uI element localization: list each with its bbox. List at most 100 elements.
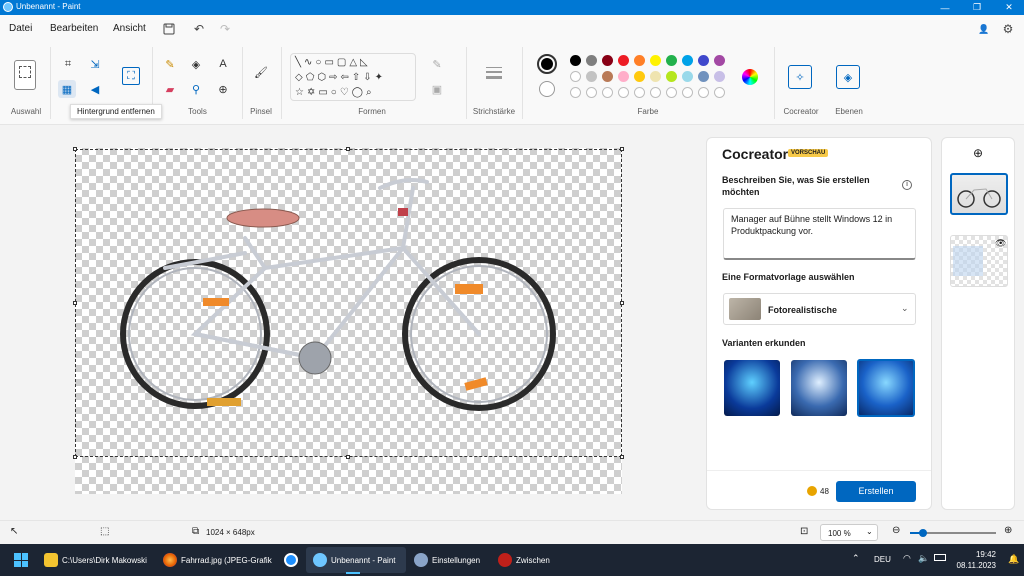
resize-handle[interactable] <box>346 455 350 459</box>
color-swatch[interactable] <box>666 71 677 82</box>
color-swatch[interactable] <box>618 55 629 66</box>
color-picker-icon[interactable]: ⚲ <box>187 80 205 98</box>
color-swatch[interactable] <box>666 55 677 66</box>
primary-color[interactable] <box>537 54 557 74</box>
zoom-in-icon[interactable]: ⊕ <box>1004 525 1012 536</box>
taskbar-settings[interactable]: Einstellungen <box>414 552 480 568</box>
resize-handle[interactable] <box>73 147 77 151</box>
zoom-slider-thumb[interactable] <box>919 529 927 537</box>
resize-handle[interactable] <box>620 147 624 151</box>
edit-colors-icon[interactable] <box>742 69 758 85</box>
zoom-out-icon[interactable]: ⊖ <box>892 525 900 536</box>
custom-color-swatch[interactable] <box>602 87 613 98</box>
custom-color-swatch[interactable] <box>618 87 629 98</box>
menu-file[interactable]: Datei <box>9 23 32 34</box>
clock-date[interactable]: 08.11.2023 <box>955 561 996 570</box>
fill-icon[interactable]: ◈ <box>187 55 205 73</box>
color-swatch[interactable] <box>682 55 693 66</box>
selection-tool-button[interactable] <box>14 60 36 90</box>
color-swatch[interactable] <box>650 55 661 66</box>
layers-icon[interactable]: ◈ <box>836 65 860 89</box>
color-swatch[interactable] <box>714 55 725 66</box>
style-dropdown[interactable]: Fotorealistische ⌄ <box>723 293 916 325</box>
color-swatch[interactable] <box>714 71 725 82</box>
color-swatch[interactable] <box>682 71 693 82</box>
eye-icon[interactable]: 👁 <box>995 238 1006 249</box>
zoom-dropdown[interactable]: 100 % ⌄ <box>820 524 878 541</box>
color-swatch[interactable] <box>698 71 709 82</box>
shape-fill-icon[interactable]: ▣ <box>428 80 446 98</box>
color-swatch[interactable] <box>586 71 597 82</box>
stroke-size-icon[interactable] <box>486 67 502 79</box>
resize-icon[interactable]: ⇲ <box>86 55 104 73</box>
settings-gear-icon[interactable]: ⚙ <box>1000 21 1016 37</box>
resize-handle[interactable] <box>620 455 624 459</box>
variant-thumbnail-3[interactable] <box>857 359 915 417</box>
custom-color-swatch[interactable] <box>650 87 661 98</box>
color-swatch[interactable] <box>602 55 613 66</box>
rotate-icon[interactable]: ◀ <box>86 80 104 98</box>
redo-icon[interactable]: ↷ <box>217 21 233 37</box>
color-swatch[interactable] <box>586 55 597 66</box>
custom-color-swatch[interactable] <box>666 87 677 98</box>
custom-color-swatch[interactable] <box>586 87 597 98</box>
color-swatch[interactable] <box>602 71 613 82</box>
magnifier-icon[interactable]: ⊕ <box>214 80 232 98</box>
shapes-gallery[interactable]: ╲∿○▭▢△◺ ◇⬠⬡⇨⇦⇧⇩✦ ☆✡▭○♡◯⌕ <box>290 53 416 101</box>
color-swatch[interactable] <box>570 71 581 82</box>
color-swatch[interactable] <box>570 55 581 66</box>
taskbar-app[interactable] <box>284 552 298 568</box>
custom-color-swatch[interactable] <box>698 87 709 98</box>
layer-thumbnail-2[interactable]: 👁 <box>950 235 1008 287</box>
secondary-color[interactable] <box>539 81 555 97</box>
start-button[interactable] <box>14 553 28 567</box>
cocreator-icon[interactable]: ✧ <box>788 65 812 89</box>
minimize-button[interactable]: — <box>930 0 960 15</box>
prompt-input[interactable]: Manager auf Bühne stellt Windows 12 in P… <box>723 208 916 260</box>
resize-handle[interactable] <box>620 301 624 305</box>
resize-handle[interactable] <box>73 301 77 305</box>
image-select-icon[interactable]: ⛶ <box>122 67 140 85</box>
crop-icon[interactable]: ⌗ <box>59 55 77 73</box>
remove-background-icon[interactable]: ▦ <box>58 80 76 98</box>
undo-icon[interactable]: ↶ <box>191 21 207 37</box>
pencil-icon[interactable]: ✎ <box>161 55 179 73</box>
color-swatch[interactable] <box>698 55 709 66</box>
layer-thumbnail-1[interactable] <box>950 173 1008 215</box>
taskbar-clipboard[interactable]: Zwischen <box>498 552 550 568</box>
tray-chevron-up-icon[interactable]: ⌃ <box>852 553 860 564</box>
selection-marquee[interactable] <box>75 149 622 457</box>
create-button[interactable]: Erstellen <box>836 481 916 502</box>
resize-handle[interactable] <box>73 455 77 459</box>
wifi-icon[interactable]: ◠ <box>903 553 911 564</box>
clock-time[interactable]: 19:42 <box>966 550 996 559</box>
account-icon[interactable]: 👤 <box>976 21 992 37</box>
custom-color-swatch[interactable] <box>570 87 581 98</box>
taskbar-paint[interactable]: Unbenannt - Paint <box>313 552 396 568</box>
taskbar-explorer[interactable]: C:\Users\Dirk Makowski <box>44 552 147 568</box>
brush-icon[interactable]: 🖌 <box>252 63 270 81</box>
variant-thumbnail-1[interactable] <box>724 360 780 416</box>
volume-icon[interactable]: 🔈 <box>918 553 929 564</box>
color-swatch[interactable] <box>618 71 629 82</box>
maximize-button[interactable]: ❐ <box>962 0 992 15</box>
battery-icon[interactable] <box>934 554 946 561</box>
save-icon[interactable] <box>161 21 177 37</box>
add-layer-icon[interactable]: ⊕ <box>973 146 983 160</box>
text-icon[interactable]: A <box>214 55 232 73</box>
menu-edit[interactable]: Bearbeiten <box>50 23 98 34</box>
info-icon[interactable]: i <box>902 180 912 190</box>
color-swatch[interactable] <box>634 71 645 82</box>
custom-color-swatch[interactable] <box>714 87 725 98</box>
fit-to-window-icon[interactable]: ⊡ <box>800 526 808 537</box>
resize-handle[interactable] <box>346 147 350 151</box>
close-button[interactable]: ✕ <box>994 0 1024 15</box>
eraser-icon[interactable]: ▰ <box>161 80 179 98</box>
input-language[interactable]: DEU <box>874 555 891 564</box>
variant-thumbnail-2[interactable] <box>791 360 847 416</box>
color-swatch[interactable] <box>634 55 645 66</box>
color-swatch[interactable] <box>650 71 661 82</box>
notification-icon[interactable]: 🔔 <box>1008 554 1019 565</box>
taskbar-firefox[interactable]: Fahrrad.jpg (JPEG-Grafik <box>163 552 272 568</box>
shape-outline-icon[interactable]: ✎ <box>428 55 446 73</box>
